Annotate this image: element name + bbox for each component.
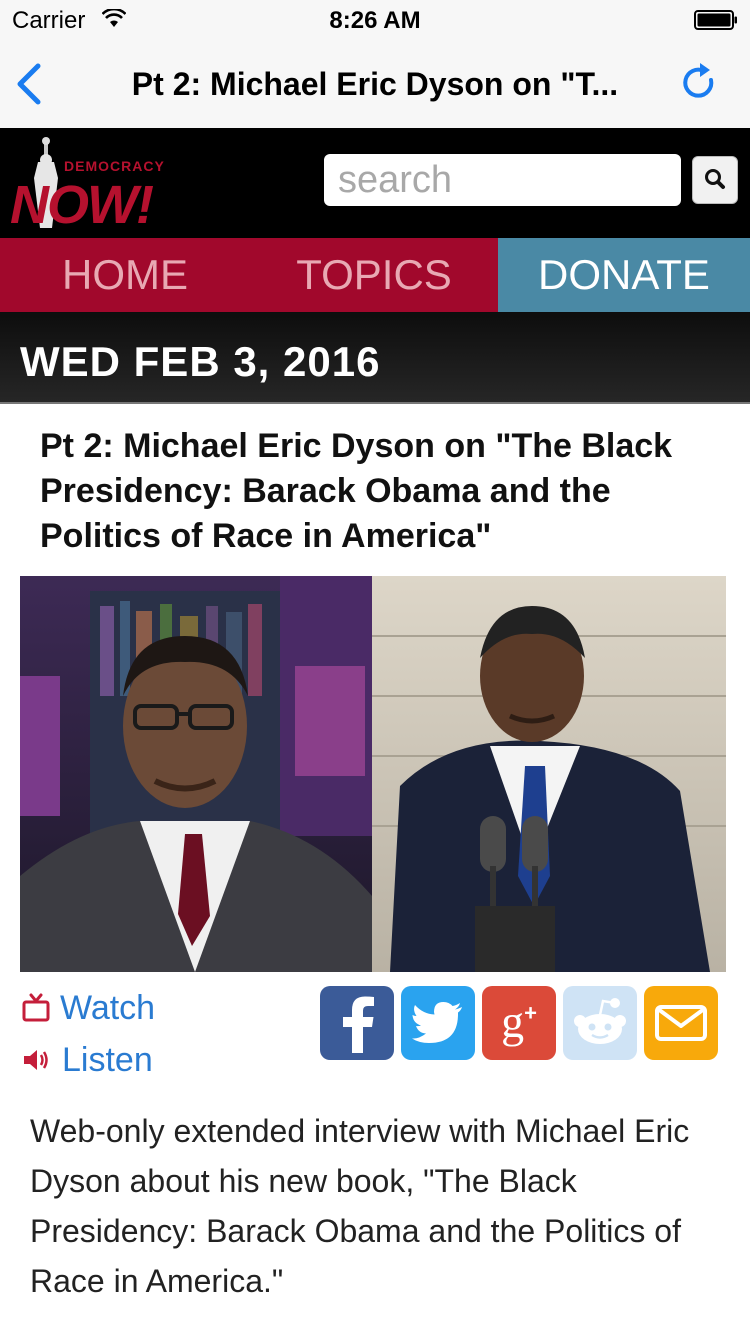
speaker-icon — [24, 1050, 48, 1070]
share-bar: g+ — [320, 986, 718, 1060]
listen-label: Listen — [62, 1040, 153, 1079]
main-menu: HOME TOPICS DONATE — [0, 238, 750, 312]
magnifier-icon — [705, 169, 725, 189]
page-title: Pt 2: Michael Eric Dyson on "T... — [131, 66, 619, 102]
envelope-icon — [655, 1005, 707, 1041]
article-photo[interactable] — [20, 576, 726, 972]
menu-item-donate[interactable]: DONATE — [498, 238, 750, 312]
search-box — [324, 154, 682, 206]
watch-label: Watch — [60, 988, 156, 1027]
facebook-icon — [343, 996, 374, 1053]
broadcast-date: WED FEB 3, 2016 — [20, 338, 381, 385]
article-headline: Pt 2: Michael Eric Dyson on "The Black P… — [40, 427, 673, 555]
menu-item-home[interactable]: HOME — [0, 238, 250, 312]
google-plus-share-button[interactable]: g+ — [482, 986, 556, 1060]
twitter-bird-icon — [412, 1002, 462, 1043]
search-input[interactable] — [324, 154, 682, 206]
reddit-share-button[interactable] — [563, 986, 637, 1060]
email-share-button[interactable] — [644, 986, 718, 1060]
listen-link[interactable]: Listen — [22, 1038, 153, 1082]
twitter-share-button[interactable] — [401, 986, 475, 1060]
status-bar: Carrier 8:26 AM — [0, 0, 750, 40]
watch-link[interactable]: Watch — [22, 986, 155, 1030]
back-chevron-icon[interactable] — [14, 62, 44, 106]
tv-icon — [22, 993, 50, 1022]
reddit-alien-icon — [574, 998, 626, 1044]
logo-democracy-text: DEMOCRACY — [64, 158, 165, 174]
article-summary: Web-only extended interview with Michael… — [30, 1113, 690, 1299]
menu-item-topics[interactable]: TOPICS — [250, 238, 498, 312]
site-header: DEMOCRACY NOW! — [0, 128, 750, 238]
search-button[interactable] — [692, 156, 738, 204]
logo-now-text: NOW! — [10, 175, 154, 235]
date-bar: WED FEB 3, 2016 — [0, 312, 750, 404]
split-portrait-image — [20, 576, 726, 972]
democracy-now-logo[interactable]: DEMOCRACY NOW! — [8, 136, 180, 235]
clock: 8:26 AM — [329, 7, 421, 34]
google-plus-icon: g+ — [501, 995, 537, 1047]
battery-icon — [694, 10, 737, 30]
reload-icon[interactable] — [680, 60, 720, 108]
facebook-share-button[interactable] — [320, 986, 394, 1060]
navigation-bar: Pt 2: Michael Eric Dyson on "T... — [0, 40, 750, 129]
